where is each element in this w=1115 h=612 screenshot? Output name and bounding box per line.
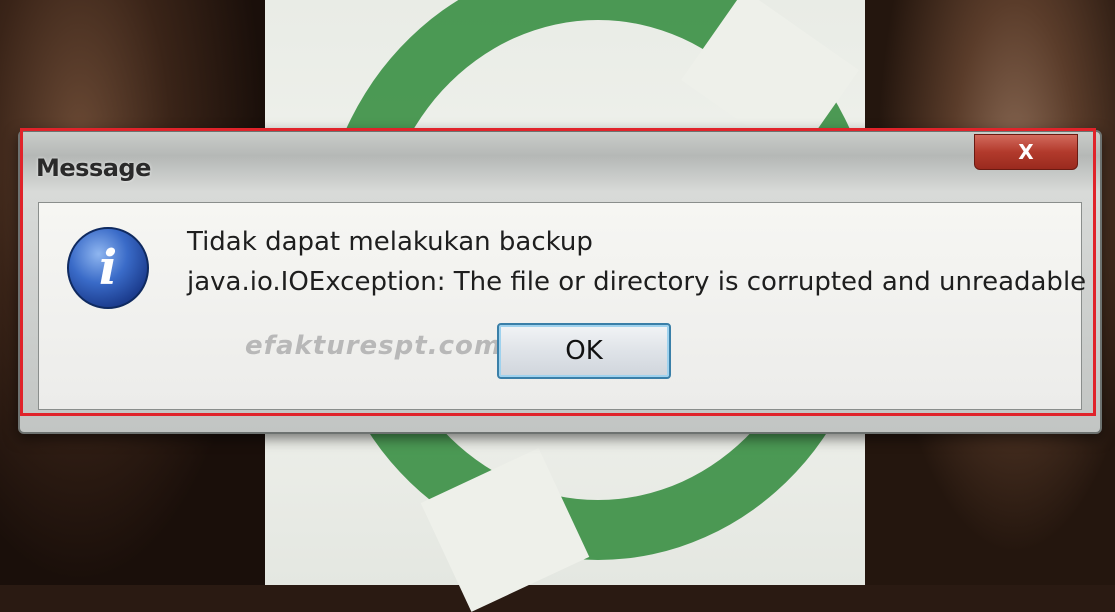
message-dialog: Message X i Tidak dapat melakukan backup… [18, 130, 1102, 434]
dialog-title: Message [36, 154, 151, 182]
info-icon: i [67, 227, 149, 309]
close-button[interactable]: X [974, 134, 1078, 170]
message-line-1: Tidak dapat melakukan backup [187, 227, 593, 257]
watermark: efakturespt.com [245, 331, 502, 361]
dialog-body: i Tidak dapat melakukan backup java.io.I… [38, 202, 1086, 410]
ok-button[interactable]: OK [497, 323, 671, 379]
dialog-titlebar[interactable]: Message X [20, 132, 1100, 194]
message-line-2: java.io.IOException: The file or directo… [187, 267, 1087, 297]
